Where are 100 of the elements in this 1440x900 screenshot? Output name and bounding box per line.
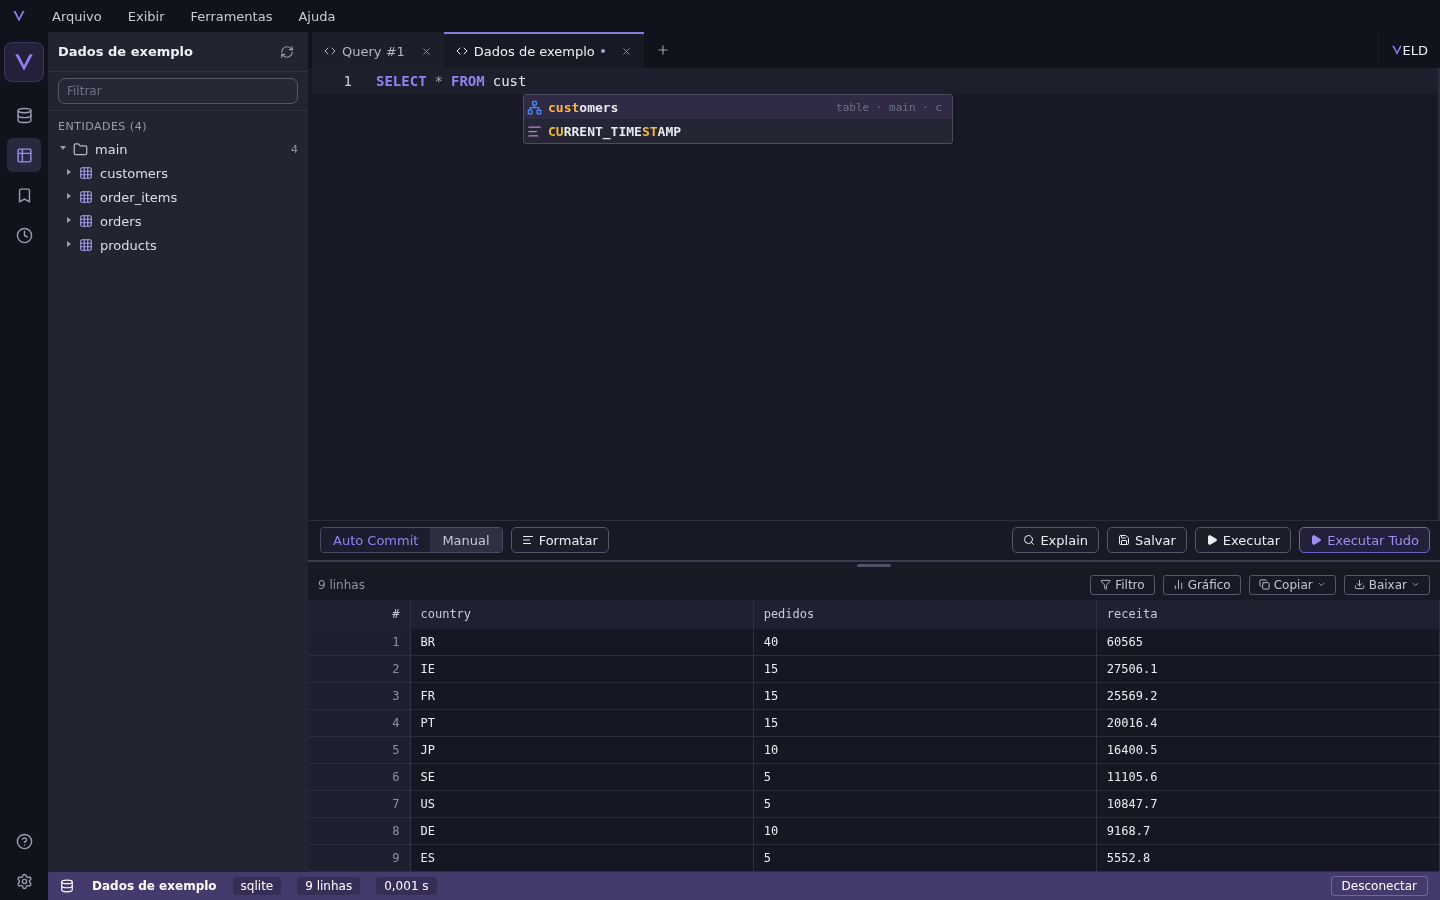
tree-item[interactable]: main 4 [48,137,308,161]
code-icon [455,45,468,57]
table-cell: 10 [753,817,1097,845]
table-cell: 15 [753,655,1097,683]
logo-button[interactable] [4,42,44,82]
tree-item[interactable]: customers [48,161,308,185]
column-header[interactable]: receita [1096,599,1440,629]
status-chip: 0,001 s [376,877,437,895]
tab-label: Query #1 [342,43,405,59]
result-tool-button[interactable]: Gráfico [1162,574,1241,595]
row-number: 6 [308,763,410,791]
tab-label: Dados de exemplo [473,43,595,59]
suggestion-item[interactable]: customers table · main · c [524,95,952,119]
code-icon [324,45,336,57]
row-number: 7 [308,790,410,818]
table-cell: 25569.2 [1096,682,1440,710]
table-cell: 5 [753,790,1097,818]
item-count: 4 [291,142,298,156]
bar-chart-icon [1172,579,1184,590]
column-header[interactable]: # [308,599,410,629]
menu-item[interactable]: Ajuda [298,8,336,24]
table-cell: 5 [753,844,1097,872]
logo-icon [1390,44,1403,56]
table-icon [15,146,33,164]
play-icon [1205,534,1218,546]
status-chip: 9 linhas [297,877,361,895]
tree-item[interactable]: order_items [48,185,308,209]
logo-icon [12,9,26,23]
action-button[interactable]: Executar Tudo [1299,527,1430,553]
settings-icon[interactable] [15,872,33,890]
database-icon [60,879,74,893]
table-cell: 60565 [1096,628,1440,656]
editor-tab[interactable]: Query #1 [312,32,444,68]
table-cell: 9168.7 [1096,817,1440,845]
tree-item[interactable]: orders [48,209,308,233]
result-tool-button[interactable]: Baixar [1343,574,1430,595]
result-tool-button[interactable]: Filtro [1090,574,1155,595]
table-cell: JP [410,736,754,764]
table-cell: 27506.1 [1096,655,1440,683]
code-token: cust [492,73,527,89]
suggestion-label: CURRENT_TIMESTAMP [548,123,682,139]
sidebar-title: Dados de exemplo [58,44,193,59]
menu-item[interactable]: Exibir [127,8,165,24]
row-count: 9 linhas [318,577,365,592]
download-icon [1353,579,1365,590]
search-icon [1023,534,1036,546]
close-icon[interactable] [620,45,632,57]
column-header[interactable]: country [410,599,754,629]
commit-mode-toggle[interactable]: Manual [430,528,502,552]
table-icon [79,238,93,252]
connection-name: Dados de exemplo [92,879,217,893]
menu-item[interactable]: Ferramentas [190,8,273,24]
help-icon[interactable] [15,832,33,850]
table-icon [79,166,93,180]
section-heading: ENTIDADES (4) [57,119,148,135]
status-chip: sqlite [232,877,282,895]
editor-tab[interactable]: Dados de exemplo [443,32,644,68]
table-cell: 10847.7 [1096,790,1440,818]
result-tool-button[interactable]: Copiar [1248,574,1336,595]
add-icon[interactable] [655,43,670,57]
table-cell: 11105.6 [1096,763,1440,791]
brand-name: ELD [1402,42,1428,58]
table-cell: BR [410,628,754,656]
play-icon [1310,534,1323,546]
copy-icon [1258,579,1270,590]
table-cell: PT [410,709,754,737]
tree-label: products [100,237,157,253]
refresh-icon[interactable] [280,44,294,59]
folder-icon [73,141,88,157]
tree-label: customers [100,165,168,181]
table-cell: SE [410,763,754,791]
floppy-icon [1118,534,1130,546]
row-number: 8 [308,817,410,845]
suggestion-item[interactable]: CURRENT_TIMESTAMP [524,119,952,143]
suggestion-label: customers [548,99,619,115]
action-button[interactable]: Executar [1194,527,1292,553]
column-header[interactable]: pedidos [753,599,1097,629]
table-cell: DE [410,817,754,845]
resize-handle[interactable] [857,564,891,567]
filter-field[interactable]: Filtrar [58,78,298,104]
tree-label: orders [100,213,142,229]
tree-item[interactable]: products [48,233,308,257]
disconnect-button[interactable]: Desconectar [1330,876,1428,896]
commit-mode-toggle[interactable]: Auto Commit [321,528,431,552]
action-button[interactable]: Explain [1012,527,1099,553]
close-icon[interactable] [420,45,432,57]
tree-label: main [95,141,128,157]
filter-icon [1100,579,1112,590]
code-token: * [434,73,443,89]
action-button[interactable]: Salvar [1107,527,1187,553]
table-cell: 16400.5 [1096,736,1440,764]
format-button[interactable]: Formatar [510,527,609,553]
table-cell: 10 [753,736,1097,764]
table-cell: 15 [753,682,1097,710]
database-icon [15,106,33,124]
table-icon [79,214,93,228]
table-cell: IE [410,655,754,683]
menu-item[interactable]: Arquivo [52,8,102,24]
rail-button[interactable] [7,138,41,172]
row-number: 3 [308,682,410,710]
